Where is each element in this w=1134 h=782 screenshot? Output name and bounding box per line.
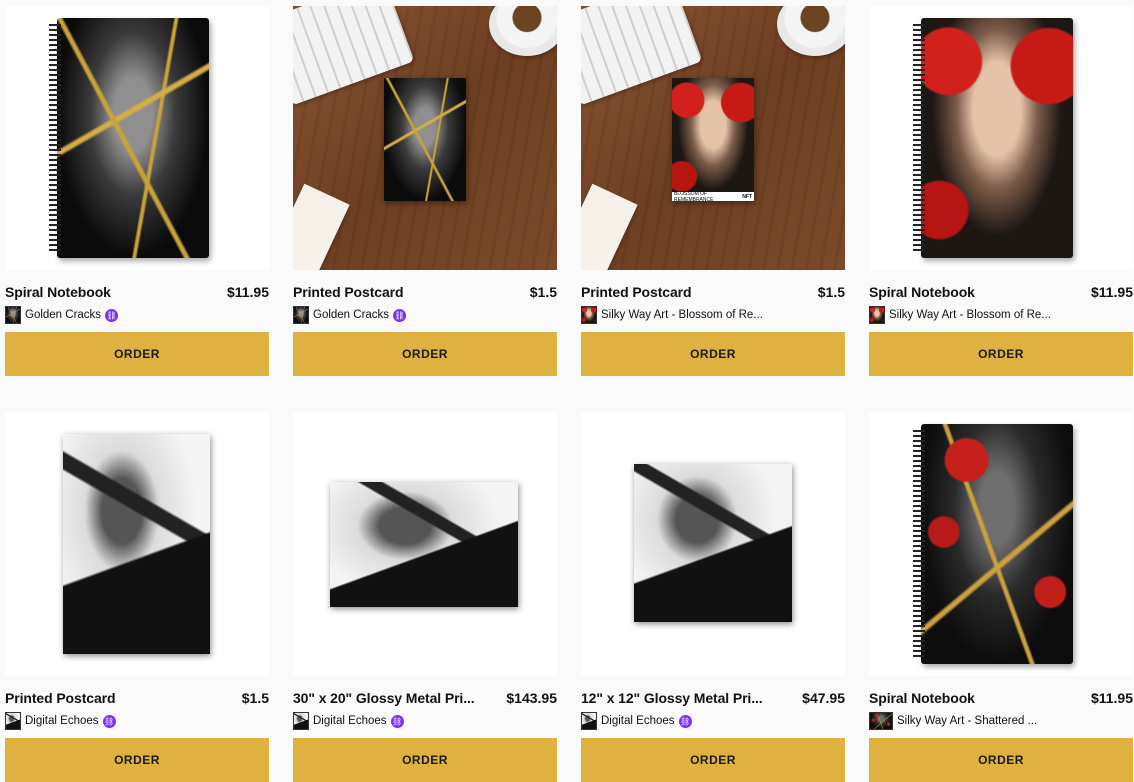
- creator-name[interactable]: Digital Echoes: [25, 715, 99, 727]
- creator-row[interactable]: Silky Way Art - Blossom of Re...: [581, 306, 845, 324]
- product-card: Printed Postcard $1.5 Digital Echoes ⛓ O…: [5, 412, 269, 782]
- product-title[interactable]: Printed Postcard: [293, 284, 403, 300]
- avatar: [869, 306, 885, 324]
- order-button[interactable]: ORDER: [869, 738, 1133, 782]
- notebook-artwork: [913, 424, 1073, 664]
- order-button[interactable]: ORDER: [581, 332, 845, 376]
- product-image[interactable]: BLOSSOM OF REMEMBRANCE NFT: [581, 6, 845, 270]
- product-title[interactable]: Spiral Notebook: [869, 690, 975, 706]
- avatar: [5, 712, 21, 730]
- product-title[interactable]: 12" x 12" Glossy Metal Pri...: [581, 690, 763, 706]
- link-badge-icon: ⛓: [390, 714, 404, 728]
- creator-row[interactable]: Silky Way Art - Blossom of Re...: [869, 306, 1133, 324]
- product-image[interactable]: [869, 412, 1133, 676]
- product-title[interactable]: Spiral Notebook: [869, 284, 975, 300]
- creator-name[interactable]: Silky Way Art - Blossom of Re...: [601, 309, 763, 321]
- notebook-artwork: [913, 18, 1073, 258]
- creator-name[interactable]: Golden Cracks: [313, 309, 389, 321]
- product-price: $11.95: [226, 284, 269, 300]
- metal-print-artwork: [634, 464, 792, 622]
- creator-name[interactable]: Silky Way Art - Shattered ...: [897, 715, 1037, 727]
- creator-name[interactable]: Golden Cracks: [25, 309, 101, 321]
- product-price: $143.95: [506, 690, 557, 706]
- product-card: Spiral Notebook $11.95 Golden Cracks ⛓ O…: [5, 6, 269, 376]
- product-price: $11.95: [1090, 284, 1133, 300]
- spiral-binding: [49, 24, 61, 252]
- product-price: $11.95: [1090, 690, 1133, 706]
- creator-row[interactable]: Silky Way Art - Shattered ...: [869, 712, 1133, 730]
- avatar: [581, 306, 597, 324]
- creator-row[interactable]: Golden Cracks ⛓: [5, 306, 269, 324]
- product-card: Spiral Notebook $11.95 Silky Way Art - S…: [869, 412, 1133, 782]
- avatar: [293, 306, 309, 324]
- avatar: [293, 712, 309, 730]
- creator-row[interactable]: Digital Echoes ⛓: [5, 712, 269, 730]
- link-badge-icon: ⛓: [393, 308, 407, 322]
- product-image[interactable]: [293, 6, 557, 270]
- product-image[interactable]: [869, 6, 1133, 270]
- product-image[interactable]: [581, 412, 845, 676]
- product-image[interactable]: [5, 6, 269, 270]
- order-button[interactable]: ORDER: [581, 738, 845, 782]
- product-title[interactable]: Printed Postcard: [581, 284, 691, 300]
- product-title[interactable]: Spiral Notebook: [5, 284, 111, 300]
- order-button[interactable]: ORDER: [293, 332, 557, 376]
- product-price: $1.5: [529, 284, 557, 300]
- creator-row[interactable]: Golden Cracks ⛓: [293, 306, 557, 324]
- order-button[interactable]: ORDER: [5, 332, 269, 376]
- product-card: Spiral Notebook $11.95 Silky Way Art - B…: [869, 6, 1133, 376]
- creator-name[interactable]: Digital Echoes: [313, 715, 387, 727]
- link-badge-icon: ⛓: [105, 308, 119, 322]
- product-card: Printed Postcard $1.5 Golden Cracks ⛓ OR…: [293, 6, 557, 376]
- avatar: [869, 712, 893, 730]
- product-card: 12" x 12" Glossy Metal Pri... $47.95 Dig…: [581, 412, 845, 782]
- creator-row[interactable]: Digital Echoes ⛓: [293, 712, 557, 730]
- product-card: 30" x 20" Glossy Metal Pri... $143.95 Di…: [293, 412, 557, 782]
- product-grid: Spiral Notebook $11.95 Golden Cracks ⛓ O…: [0, 0, 1134, 782]
- link-badge-icon: ⛓: [102, 714, 116, 728]
- postcard-artwork: BLOSSOM OF REMEMBRANCE NFT: [672, 78, 754, 203]
- creator-name[interactable]: Silky Way Art - Blossom of Re...: [889, 309, 1051, 321]
- product-title[interactable]: Printed Postcard: [5, 690, 115, 706]
- creator-name[interactable]: Digital Echoes: [601, 715, 675, 727]
- avatar: [5, 306, 21, 324]
- product-image[interactable]: [293, 412, 557, 676]
- spiral-binding: [913, 24, 925, 252]
- avatar: [581, 712, 597, 730]
- product-price: $1.5: [817, 284, 845, 300]
- postcard-caption: BLOSSOM OF REMEMBRANCE NFT: [672, 190, 754, 203]
- postcard-artwork: [63, 434, 210, 654]
- order-button[interactable]: ORDER: [5, 738, 269, 782]
- notebook-artwork: [49, 18, 209, 258]
- postcard-caption-text: BLOSSOM OF REMEMBRANCE: [674, 190, 714, 203]
- spiral-binding: [913, 430, 925, 658]
- product-title[interactable]: 30" x 20" Glossy Metal Pri...: [293, 690, 475, 706]
- creator-row[interactable]: Digital Echoes ⛓: [581, 712, 845, 730]
- product-card: BLOSSOM OF REMEMBRANCE NFT Printed Postc…: [581, 6, 845, 376]
- product-price: $47.95: [802, 690, 845, 706]
- order-button[interactable]: ORDER: [869, 332, 1133, 376]
- product-image[interactable]: [5, 412, 269, 676]
- nft-badge: NFT: [742, 193, 752, 200]
- postcard-artwork: [384, 78, 466, 201]
- order-button[interactable]: ORDER: [293, 738, 557, 782]
- metal-print-artwork: [330, 482, 518, 607]
- product-price: $1.5: [241, 690, 269, 706]
- link-badge-icon: ⛓: [678, 714, 692, 728]
